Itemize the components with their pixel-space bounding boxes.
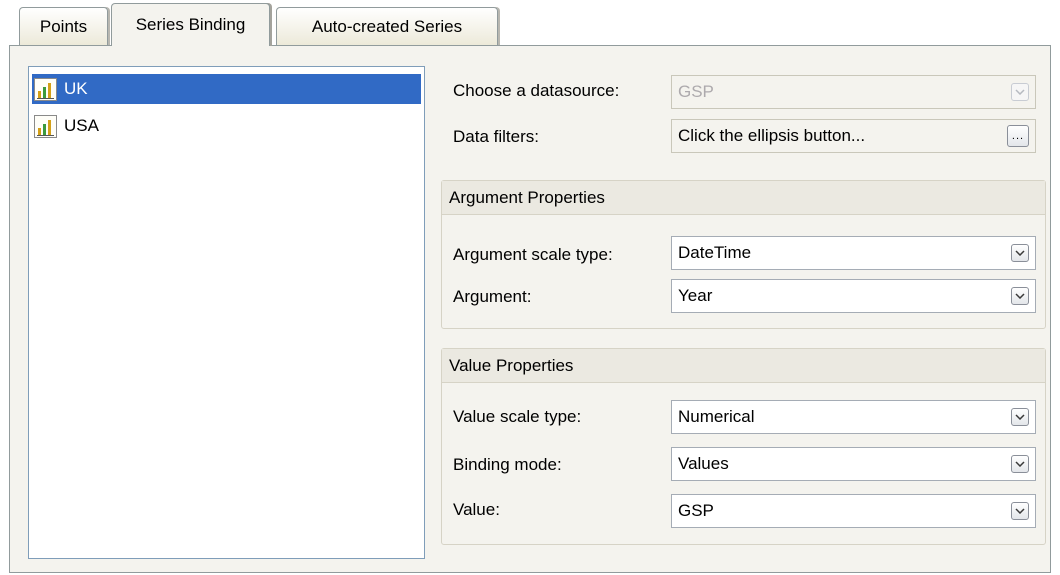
combo-value: Numerical: [678, 407, 755, 426]
tab-label: Points: [39, 17, 88, 36]
chevron-down-icon: [1015, 461, 1025, 467]
argument-scale-type-label: Argument scale type:: [453, 245, 613, 264]
series-item-uk[interactable]: UK: [32, 74, 421, 104]
data-filters-label: Data filters:: [453, 127, 539, 146]
dropdown-button[interactable]: [1011, 455, 1029, 473]
chevron-down-icon: [1015, 508, 1025, 514]
series-label: UK: [64, 79, 88, 98]
tab-points[interactable]: Points: [19, 7, 108, 46]
series-item-usa[interactable]: USA: [32, 111, 421, 141]
value-scale-type-label: Value scale type:: [453, 407, 582, 426]
chevron-down-icon: [1015, 250, 1025, 256]
argument-label: Argument:: [453, 287, 532, 306]
dropdown-button[interactable]: [1011, 408, 1029, 426]
bar-chart-icon: [34, 77, 57, 101]
tab-auto-created-series[interactable]: Auto-created Series: [276, 7, 498, 46]
tab-series-binding[interactable]: Series Binding: [111, 3, 270, 46]
value-label: Value:: [453, 500, 500, 519]
dropdown-button[interactable]: [1011, 287, 1029, 305]
datasource-label: Choose a datasource:: [453, 81, 620, 100]
group-title: Value Properties: [449, 355, 574, 375]
dropdown-button[interactable]: [1011, 83, 1029, 101]
argument-combo[interactable]: Year: [671, 279, 1036, 313]
group-title: Argument Properties: [449, 187, 605, 207]
argument-scale-type-combo[interactable]: DateTime: [671, 236, 1036, 270]
combo-value: Year: [678, 286, 713, 305]
chevron-down-icon: [1015, 293, 1025, 299]
binding-mode-label: Binding mode:: [453, 455, 562, 474]
data-filters-field[interactable]: Click the ellipsis button... ...: [671, 119, 1036, 153]
combo-value: Values: [678, 454, 729, 473]
datasource-value: GSP: [678, 82, 714, 101]
datasource-combo[interactable]: GSP: [671, 75, 1036, 109]
combo-value: DateTime: [678, 243, 752, 262]
tab-label: Series Binding: [135, 15, 246, 34]
binding-mode-combo[interactable]: Values: [671, 447, 1036, 481]
dropdown-button[interactable]: [1011, 244, 1029, 262]
chevron-down-icon: [1015, 414, 1025, 420]
ellipsis-button[interactable]: ...: [1007, 125, 1029, 147]
group-header: Argument Properties: [442, 181, 1045, 215]
series-label: USA: [64, 116, 99, 135]
value-scale-type-combo[interactable]: Numerical: [671, 400, 1036, 434]
group-header: Value Properties: [442, 349, 1045, 383]
chevron-down-icon: [1015, 89, 1025, 95]
combo-value: GSP: [678, 501, 714, 520]
dropdown-button[interactable]: [1011, 502, 1029, 520]
bar-chart-icon: [34, 114, 57, 138]
value-combo[interactable]: GSP: [671, 494, 1036, 528]
data-filters-value: Click the ellipsis button...: [678, 126, 866, 145]
tab-label: Auto-created Series: [311, 17, 463, 36]
series-list[interactable]: UK USA: [28, 66, 425, 559]
